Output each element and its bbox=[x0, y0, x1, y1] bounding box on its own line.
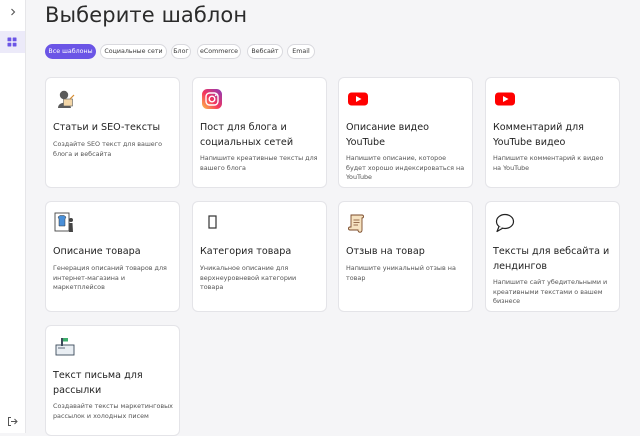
filter-chip-email[interactable]: Email bbox=[287, 44, 315, 59]
template-card[interactable]: Отзыв на товар Напишите уникальный отзыв… bbox=[338, 201, 473, 312]
card-title: Отзыв на товар bbox=[346, 246, 425, 257]
template-card[interactable]: Текст письма для рассылки Создавайте тек… bbox=[45, 325, 180, 436]
filter-chip-ecommerce[interactable]: eCommerce bbox=[197, 44, 241, 59]
card-description: Создайте SEO текст для вашего блога и ве… bbox=[53, 140, 162, 158]
sidebar bbox=[0, 0, 26, 433]
writer-icon bbox=[58, 90, 75, 108]
card-title: Категория товара bbox=[200, 246, 292, 257]
template-card[interactable]: Тексты для вебсайта и лендингов Напишите… bbox=[485, 201, 620, 312]
category-icon bbox=[208, 215, 217, 229]
product-icon bbox=[54, 212, 73, 232]
card-title: Комментарий для YouTube видео bbox=[493, 122, 584, 148]
card-title: Статьи и SEO-тексты bbox=[53, 122, 161, 133]
sidebar-item-templates[interactable] bbox=[0, 31, 25, 53]
filter-chip-blog[interactable]: Блог bbox=[171, 44, 191, 59]
logout-icon[interactable] bbox=[7, 416, 18, 427]
instagram-icon bbox=[202, 89, 222, 109]
card-description: Генерация описаний товаров для интернет-… bbox=[53, 264, 167, 291]
card-description: Создавайте тексты маркетинговых рассылок… bbox=[53, 402, 173, 420]
speech-bubble-icon bbox=[495, 213, 515, 233]
card-title: Текст письма для рассылки bbox=[53, 370, 143, 396]
template-card[interactable]: Категория товара Уникальное описание для… bbox=[192, 201, 327, 312]
card-title: Пост для блога и социальных сетей bbox=[200, 122, 294, 148]
filter-chip-website[interactable]: Вебсайт bbox=[247, 44, 283, 59]
chevron-right-icon[interactable] bbox=[8, 7, 18, 17]
template-card[interactable]: Описание товара Генерация описаний товар… bbox=[45, 201, 180, 312]
card-description: Напишите сайт убедительными и креативным… bbox=[493, 278, 608, 305]
card-description: Напишите креативные тексты для вашего бл… bbox=[200, 154, 318, 172]
card-description: Напишите комментарий к видео на YouTube bbox=[493, 154, 604, 172]
youtube-icon bbox=[495, 92, 515, 106]
card-title: Описание видео YouTube bbox=[346, 122, 429, 148]
youtube-icon bbox=[348, 92, 368, 106]
template-card[interactable]: Описание видео YouTube Напишите описание… bbox=[338, 77, 473, 188]
template-card[interactable]: Статьи и SEO-тексты Создайте SEO текст д… bbox=[45, 77, 180, 188]
filter-chip-all[interactable]: Все шаблоны bbox=[45, 44, 96, 59]
card-description: Напишите описание, которое будет хорошо … bbox=[346, 154, 465, 181]
template-card[interactable]: Комментарий для YouTube видео Напишите к… bbox=[485, 77, 620, 188]
mailbox-icon bbox=[55, 338, 75, 356]
card-title: Тексты для вебсайта и лендингов bbox=[493, 246, 610, 272]
template-card[interactable]: Пост для блога и социальных сетей Напиши… bbox=[192, 77, 327, 188]
card-description: Напишите уникальный отзыв на товар bbox=[346, 264, 456, 282]
scroll-icon bbox=[348, 214, 364, 233]
card-title: Описание товара bbox=[53, 246, 141, 257]
grid-icon bbox=[7, 37, 17, 47]
card-description: Уникальное описание для верхнеуровневой … bbox=[200, 264, 297, 291]
filter-chip-social[interactable]: Социальные сети bbox=[100, 44, 167, 59]
page-title: Выберите шаблон bbox=[45, 3, 248, 27]
